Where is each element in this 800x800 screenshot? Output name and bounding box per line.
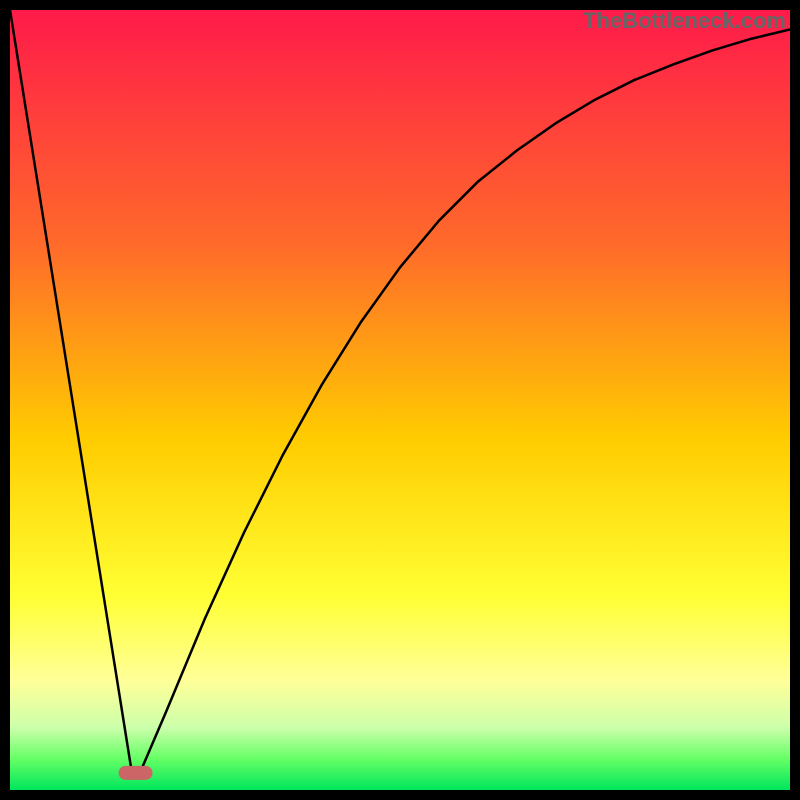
bottleneck-marker (119, 766, 153, 780)
chart-svg (10, 10, 790, 790)
gradient-background (10, 10, 790, 790)
watermark-text: TheBottleneck.com (583, 8, 786, 34)
chart-plot-area (10, 10, 790, 790)
